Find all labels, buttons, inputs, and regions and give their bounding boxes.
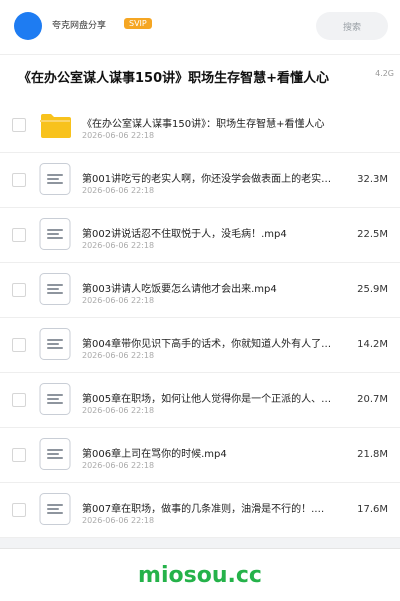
vip-badge: SVIP xyxy=(124,18,152,29)
file-size: 32.3M xyxy=(357,174,388,185)
search-button[interactable]: 搜索 xyxy=(316,12,388,40)
document-icon xyxy=(38,273,72,305)
file-size: 21.8M xyxy=(357,449,388,460)
file-list: 《在办公室谋人谋事150讲》：职场生存智慧+看懂人心 2026-06-06 22… xyxy=(0,98,400,538)
file-date: 2026-06-06 22:18 xyxy=(82,516,155,525)
file-date: 2026-06-06 22:18 xyxy=(82,406,155,415)
file-date: 2026-06-06 22:18 xyxy=(82,296,155,305)
list-item[interactable]: 第001讲吃亏的老实人啊，你还没学会做表面上的老实… 2026-06-06 22… xyxy=(0,153,400,208)
document-icon xyxy=(38,163,72,195)
file-size: 25.9M xyxy=(357,284,388,295)
file-date: 2026-06-06 22:18 xyxy=(82,186,155,195)
checkbox[interactable] xyxy=(12,393,26,407)
list-item[interactable]: 《在办公室谋人谋事150讲》：职场生存智慧+看懂人心 2026-06-06 22… xyxy=(0,98,400,153)
checkbox[interactable] xyxy=(12,338,26,352)
list-item[interactable]: 第002讲说话忍不住取悦于人，没毛病！.mp4 2026-06-06 22:18… xyxy=(0,208,400,263)
checkbox[interactable] xyxy=(12,228,26,242)
file-date: 2026-06-06 22:18 xyxy=(82,461,155,470)
checkbox[interactable] xyxy=(12,118,26,132)
total-size: 4.2G xyxy=(375,69,394,78)
checkbox[interactable] xyxy=(12,173,26,187)
file-size: 17.6M xyxy=(357,504,388,515)
avatar[interactable] xyxy=(14,12,42,40)
file-name: 第005章在职场，如何让他人觉得你是一个正派的人、… xyxy=(82,394,332,405)
footer: miosou.cc xyxy=(0,548,400,601)
document-icon xyxy=(38,218,72,250)
list-item[interactable]: 第006章上司在骂你的时候.mp4 2026-06-06 22:18 21.8M xyxy=(0,428,400,483)
watermark-text: miosou.cc xyxy=(138,563,262,588)
file-size: 14.2M xyxy=(357,339,388,350)
app-name: 夸克网盘分享 xyxy=(52,21,107,31)
file-date: 2026-06-06 22:18 xyxy=(82,241,155,250)
folder-icon xyxy=(38,108,72,140)
file-name: 第003讲请人吃饭要怎么请他才会出来.mp4 xyxy=(82,284,277,295)
list-item[interactable]: 第003讲请人吃饭要怎么请他才会出来.mp4 2026-06-06 22:18 … xyxy=(0,263,400,318)
list-item[interactable]: 第007章在职场，做事的几条准则，油滑是不行的！.… 2026-06-06 22… xyxy=(0,483,400,538)
list-item[interactable]: 第004章带你见识下高手的话术，你就知道人外有人了… 2026-06-06 22… xyxy=(0,318,400,373)
document-icon xyxy=(38,328,72,360)
file-name: 第001讲吃亏的老实人啊，你还没学会做表面上的老实… xyxy=(82,174,332,185)
document-icon xyxy=(38,493,72,525)
list-item[interactable]: 第005章在职场，如何让他人觉得你是一个正派的人、… 2026-06-06 22… xyxy=(0,373,400,428)
file-name: 第002讲说话忍不住取悦于人，没毛病！.mp4 xyxy=(82,229,287,240)
checkbox[interactable] xyxy=(12,448,26,462)
file-name: 第004章带你见识下高手的话术，你就知道人外有人了… xyxy=(82,339,332,350)
document-icon xyxy=(38,438,72,470)
file-date: 2026-06-06 22:18 xyxy=(82,131,155,140)
checkbox[interactable] xyxy=(12,503,26,517)
file-date: 2026-06-06 22:18 xyxy=(82,351,155,360)
file-name: 第006章上司在骂你的时候.mp4 xyxy=(82,449,227,460)
file-name: 第007章在职场，做事的几条准则，油滑是不行的！.… xyxy=(82,504,325,515)
file-size: 22.5M xyxy=(357,229,388,240)
title-bar: 《在办公室谋人谋事150讲》职场生存智慧+看懂人心 4.2G xyxy=(0,54,400,99)
document-icon xyxy=(38,383,72,415)
header-bar: 夸克网盘分享 SVIP 搜索 xyxy=(0,0,400,54)
checkbox[interactable] xyxy=(12,283,26,297)
file-size: 20.7M xyxy=(357,394,388,405)
page-title: 《在办公室谋人谋事150讲》职场生存智慧+看懂人心 xyxy=(18,71,330,86)
file-name: 《在办公室谋人谋事150讲》：职场生存智慧+看懂人心 xyxy=(82,119,325,130)
